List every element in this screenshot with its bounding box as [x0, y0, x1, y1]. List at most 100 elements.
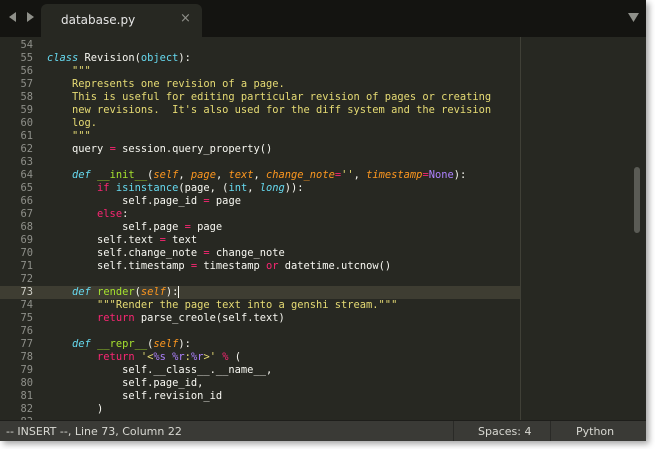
- close-icon[interactable]: ×: [180, 11, 191, 26]
- code-token: timestamp: [366, 169, 423, 181]
- line-number: 62: [20, 143, 33, 155]
- code-token: self.__class__.__name__,: [47, 364, 273, 376]
- code-token: ,: [215, 169, 229, 181]
- line-number: 60: [20, 117, 33, 129]
- vertical-scrollbar[interactable]: [634, 167, 640, 233]
- code-token: __init__: [97, 169, 148, 181]
- code-token: render: [97, 286, 135, 298]
- code-token: page: [190, 169, 216, 181]
- line-number: 71: [20, 260, 33, 272]
- code-line: log.: [47, 117, 97, 130]
- code-token: return: [97, 351, 135, 363]
- code-editor[interactable]: 54 55 56 57 58 59 60 61 62 63 64 65 66 67 68 69 70 71 72 73…: [0, 37, 646, 420]
- code-line: self.timestamp = timestamp or datetime.u…: [47, 260, 391, 273]
- code-line: self.change_note = change_note: [47, 247, 285, 260]
- line-number-gutter: 54 55 56 57 58 59 60 61 62 63 64 65 66 67 68 69 70 71 72 73…: [0, 37, 47, 420]
- line-number: 66: [20, 195, 33, 207]
- code-line: def __init__(self, page, text, change_no…: [47, 169, 466, 182]
- line-number: 64: [20, 169, 33, 181]
- code-token: None: [428, 169, 454, 181]
- line-number: 77: [20, 338, 33, 350]
- code-token: isinstance: [115, 182, 179, 194]
- code-token: object: [140, 52, 179, 64]
- status-divider: [550, 421, 551, 441]
- editor-window: database.py × 54 55 56 57 58 59 60 61 62 63 64 65 66…: [0, 0, 646, 441]
- code-token: def: [72, 169, 98, 181]
- code-token: self: [140, 286, 166, 298]
- code-token: if: [97, 182, 116, 194]
- code-token: timestamp: [197, 260, 266, 272]
- status-mode-position: -- INSERT --, Line 73, Column 22: [6, 425, 182, 438]
- code-token: (page, (: [178, 182, 229, 194]
- code-token: return: [97, 312, 135, 324]
- code-line: Represents one revision of a page.: [47, 78, 285, 91]
- chevron-left-icon[interactable]: [6, 10, 20, 24]
- code-line: self.page = page: [47, 221, 222, 234]
- line-number: 58: [20, 91, 33, 103]
- code-line: """: [47, 130, 91, 143]
- code-token: Revision: [84, 52, 135, 64]
- line-number: 67: [20, 208, 33, 220]
- status-divider: [453, 421, 454, 441]
- code-token: ):: [453, 169, 467, 181]
- code-token: This is useful for editing particular re…: [47, 91, 492, 103]
- tab-database-py[interactable]: database.py ×: [41, 4, 202, 37]
- code-line: ): [47, 403, 103, 416]
- line-number: 70: [20, 247, 33, 259]
- code-token: else: [97, 208, 123, 220]
- code-line: def render(self):: [47, 286, 180, 299]
- line-number: 79: [20, 364, 33, 376]
- line-number: 56: [20, 65, 33, 77]
- code-token: page: [209, 195, 241, 207]
- code-line: self.page_id = page: [47, 195, 241, 208]
- code-line: def __repr__(self):: [47, 338, 191, 351]
- code-token: self.timestamp: [47, 260, 191, 272]
- code-token: change_note: [209, 247, 285, 259]
- code-token: text: [228, 169, 254, 181]
- code-line: self.text = text: [47, 234, 197, 247]
- line-number: 75: [20, 312, 33, 324]
- code-token: change_note: [266, 169, 335, 181]
- code-token: self.change_note: [47, 247, 204, 259]
- line-number: 81: [20, 390, 33, 402]
- code-line: self.__class__.__name__,: [47, 364, 272, 377]
- code-token: )):: [284, 182, 304, 194]
- code-token: self.revision_id: [47, 390, 223, 402]
- code-line: self.revision_id: [47, 390, 222, 403]
- code-line: This is useful for editing particular re…: [47, 91, 491, 104]
- code-token: ): [47, 403, 104, 415]
- line-number: 72: [20, 273, 33, 285]
- code-token: """: [47, 65, 91, 77]
- code-token: __repr__: [97, 338, 148, 350]
- code-token: self.page_id,: [47, 377, 204, 389]
- code-token: page: [190, 221, 223, 233]
- code-token: datetime.utcnow(): [278, 260, 392, 272]
- code-area[interactable]: class Revision(object): """ Represents o…: [47, 37, 521, 420]
- code-token: new revisions. It's also used for the di…: [47, 104, 492, 116]
- triangle-down-icon[interactable]: [628, 13, 639, 22]
- code-token: ):: [178, 338, 191, 350]
- code-token: %r: [172, 351, 185, 363]
- line-number: 59: [20, 104, 33, 116]
- syntax-selector[interactable]: Python: [576, 425, 614, 438]
- code-line: else:: [47, 208, 128, 221]
- line-number: 65: [20, 182, 33, 194]
- code-line: """: [47, 65, 91, 78]
- code-token: %r: [190, 351, 204, 363]
- indentation-selector[interactable]: Spaces: 4: [478, 425, 531, 438]
- code-token: parse_creole(self.text): [134, 312, 285, 324]
- status-bar: -- INSERT --, Line 73, Column 22 Spaces:…: [0, 420, 646, 441]
- code-token: ,: [253, 169, 267, 181]
- code-token: class: [47, 52, 85, 64]
- code-token: """Render the page text into a genshi st…: [47, 299, 398, 311]
- code-token: %s: [153, 351, 166, 363]
- line-number: 74: [20, 299, 33, 311]
- code-token: or: [265, 260, 279, 272]
- chevron-right-icon[interactable]: [23, 10, 37, 24]
- code-token: ):: [178, 52, 191, 64]
